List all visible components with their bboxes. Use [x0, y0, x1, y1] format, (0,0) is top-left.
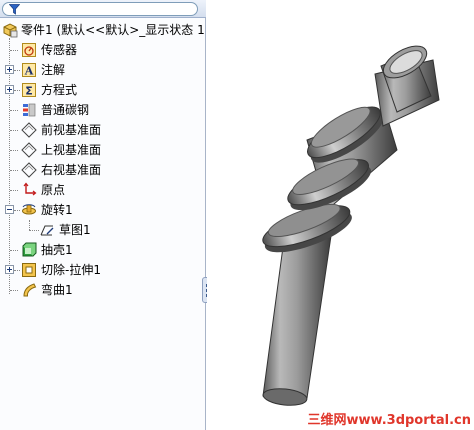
tree-item-label: 右视基准面 [41, 163, 102, 177]
plane-icon [21, 142, 37, 158]
tree-item-equations[interactable]: Σ 方程式 [0, 80, 206, 100]
material-icon [23, 103, 36, 117]
tree-item-label: 抽壳1 [41, 243, 73, 257]
feature-manager-tree: 零件1 (默认<<默认>_显示状态 1 传感器 A 注解 Σ 方程式 普通碳钢 … [0, 0, 212, 430]
filter-input[interactable] [2, 2, 198, 16]
filter-toolbar [0, 0, 206, 18]
flex-feature-icon [23, 283, 37, 297]
tree-item-label: 上视基准面 [41, 143, 102, 157]
tree-item-label: 前视基准面 [41, 123, 102, 137]
part-icon [3, 23, 18, 38]
origin-icon [23, 182, 37, 196]
tree-item-front-plane[interactable]: 前视基准面 [0, 120, 206, 140]
tree-item-revolve1[interactable]: 旋转1 [0, 200, 206, 220]
plane-icon [21, 162, 37, 178]
svg-text:Σ: Σ [25, 85, 33, 98]
lower-tube[interactable] [262, 231, 332, 407]
graphics-viewport[interactable]: 三维网www.3dportal.cn [207, 0, 474, 430]
tree-item-label: 弯曲1 [41, 283, 73, 297]
equation-sigma-icon: Σ [22, 83, 36, 98]
tree-item-sensors[interactable]: 传感器 [0, 40, 206, 60]
sketch-icon [40, 225, 54, 236]
tree-item-origin[interactable]: 原点 [0, 180, 206, 200]
shell-feature-icon [22, 242, 37, 257]
expand-toggle[interactable] [5, 265, 14, 274]
tree-item-sketch1[interactable]: 草图1 [0, 220, 206, 240]
tree-item-top-plane[interactable]: 上视基准面 [0, 140, 206, 160]
upper-tube[interactable] [374, 40, 440, 127]
tree-item-label: 传感器 [41, 43, 78, 57]
revolve-feature-icon [22, 204, 36, 215]
sensor-icon [22, 43, 36, 57]
tree-item-shell1[interactable]: 抽壳1 [0, 240, 206, 260]
tree-item-label: 注解 [41, 63, 66, 77]
svg-text:A: A [24, 65, 34, 78]
tree-item-label: 原点 [41, 183, 66, 197]
tree-item-label: 切除-拉伸1 [41, 263, 101, 277]
tree-item-label: 普通碳钢 [41, 103, 90, 117]
site-watermark: 三维网www.3dportal.cn [307, 413, 471, 428]
cut-extrude-icon [22, 263, 36, 277]
plane-icon [21, 122, 37, 138]
tree-item-label: 方程式 [41, 83, 78, 97]
tree-item-flex1[interactable]: 弯曲1 [0, 280, 206, 300]
tree-item-cut-extrude1[interactable]: 切除-拉伸1 [0, 260, 206, 280]
collapse-toggle[interactable] [5, 205, 14, 214]
expand-toggle[interactable] [5, 65, 14, 74]
tree-item-material[interactable]: 普通碳钢 [0, 100, 206, 120]
tree-item-label: 草图1 [59, 223, 91, 237]
part-name-label: 零件1 (默认<<默认>_显示状态 1 [21, 23, 205, 37]
funnel-filter-icon[interactable] [9, 4, 20, 15]
expand-toggle[interactable] [5, 85, 14, 94]
tree-item-annotations[interactable]: A 注解 [0, 60, 206, 80]
solidworks-window: 零件1 (默认<<默认>_显示状态 1 传感器 A 注解 Σ 方程式 普通碳钢 … [0, 0, 474, 430]
annotation-a-icon: A [22, 63, 36, 78]
bent-pipe-model [262, 40, 440, 407]
tree-item-part-root[interactable]: 零件1 (默认<<默认>_显示状态 1 [0, 20, 206, 40]
tree-item-label: 旋转1 [41, 203, 73, 217]
tree-item-right-plane[interactable]: 右视基准面 [0, 160, 206, 180]
